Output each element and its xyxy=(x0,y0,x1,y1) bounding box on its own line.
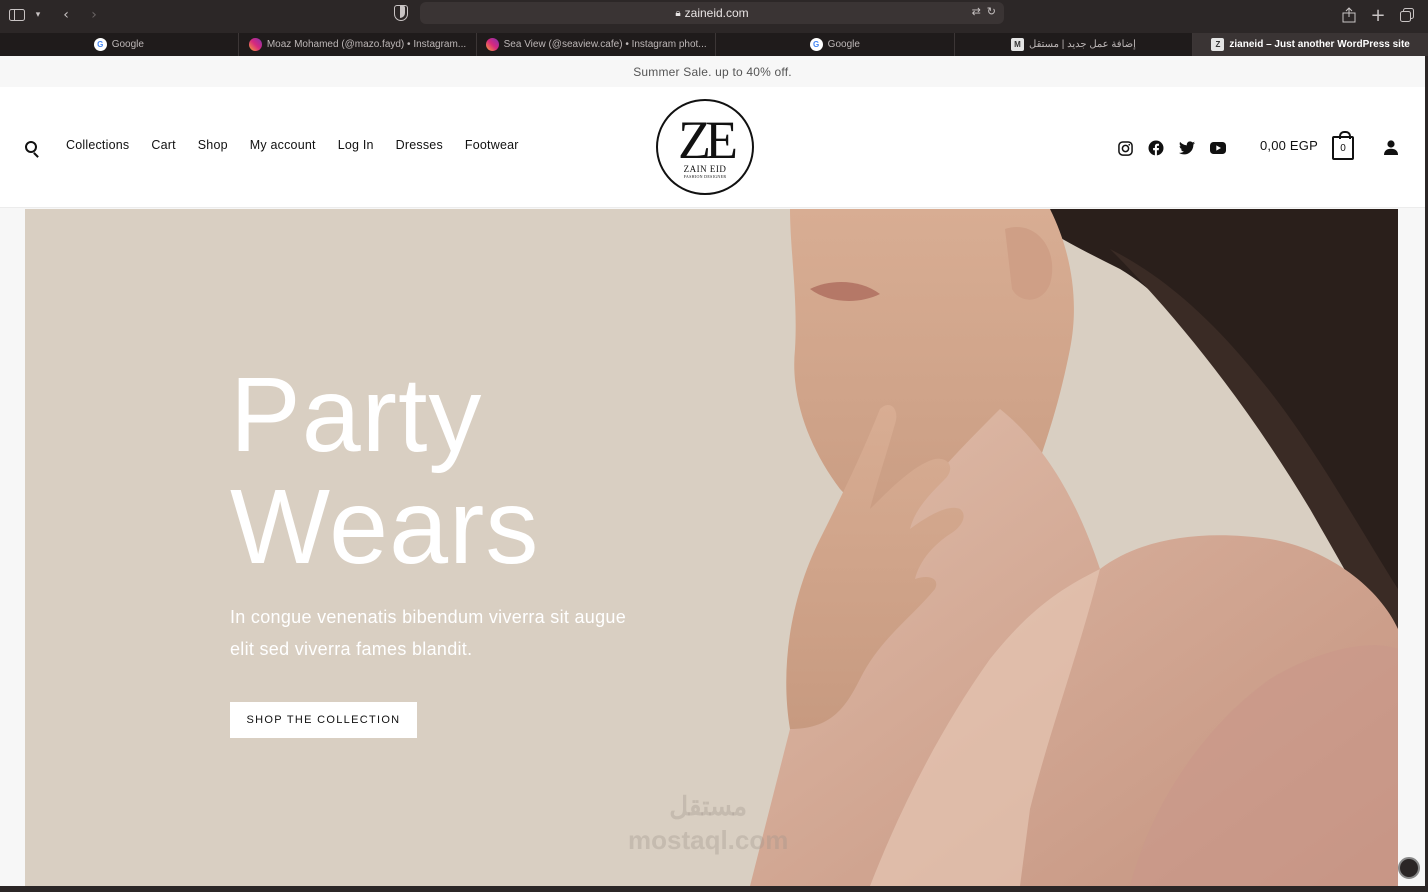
hero-subtitle: In congue venenatis bibendum viverra sit… xyxy=(230,607,627,659)
google-icon: G xyxy=(809,38,823,51)
back-icon[interactable]: ‹ xyxy=(55,4,77,26)
tab-google-1[interactable]: G Google xyxy=(0,33,239,56)
logo-tagline: FASHION DESIGNER xyxy=(683,174,727,179)
cart-total[interactable]: 0,00 EGP xyxy=(1260,138,1318,153)
tab-overview-icon[interactable] xyxy=(1396,4,1418,26)
forward-icon[interactable]: › xyxy=(83,4,105,26)
tab-zaineid[interactable]: Zzianeid – Just another WordPress site xyxy=(1193,33,1428,56)
nav-log-in[interactable]: Log In xyxy=(338,138,374,152)
site-logo[interactable]: ZE ZAIN EID FASHION DESIGNER xyxy=(656,99,754,195)
chevron-down-icon[interactable]: ▾ xyxy=(27,4,49,26)
shop-collection-button[interactable]: SHOP THE COLLECTION xyxy=(230,702,417,738)
site-header: Collections Cart Shop My account Log In … xyxy=(0,87,1425,208)
tab-instagram-moaz[interactable]: Moaz Mohamed (@mazo.fayd) • Instagram... xyxy=(239,33,478,56)
instagram-icon[interactable] xyxy=(1116,139,1134,157)
url-text: zaineid.com xyxy=(684,6,749,20)
watermark-latin: mostaql.com xyxy=(628,825,789,855)
instagram-icon xyxy=(248,38,262,51)
announcement-bar: Summer Sale. up to 40% off. xyxy=(0,56,1425,87)
tab-title: Sea View (@seaview.cafe) • Instagram pho… xyxy=(503,39,707,50)
logo-name: ZAIN EID xyxy=(683,164,727,174)
tab-title: Google xyxy=(111,39,144,50)
account-icon[interactable] xyxy=(1384,140,1398,155)
twitter-icon[interactable] xyxy=(1178,139,1196,157)
translate-icon[interactable]: ⇄ xyxy=(972,5,981,18)
mostaql-icon: M xyxy=(1011,38,1024,51)
hero-title-line-1: Party xyxy=(230,356,483,474)
privacy-shield-icon[interactable] xyxy=(394,5,408,21)
tab-bar: G Google Moaz Mohamed (@mazo.fayd) • Inst… xyxy=(0,33,1428,56)
tab-google-2[interactable]: G Google xyxy=(716,33,955,56)
nav-shop[interactable]: Shop xyxy=(198,138,228,152)
tab-title: Moaz Mohamed (@mazo.fayd) • Instagram... xyxy=(266,39,467,50)
nav-cart[interactable]: Cart xyxy=(151,138,175,152)
sidebar-toggle-icon[interactable] xyxy=(6,4,28,26)
web-page: Summer Sale. up to 40% off. Collections … xyxy=(0,56,1425,886)
tab-instagram-seaview[interactable]: Sea View (@seaview.cafe) • Instagram pho… xyxy=(477,33,716,56)
floating-action-icon[interactable] xyxy=(1398,857,1420,879)
search-icon[interactable] xyxy=(25,141,37,153)
address-bar[interactable]: 🔒︎ zaineid.com ⇄ ↻ xyxy=(420,2,1004,24)
new-tab-icon[interactable]: + xyxy=(1367,4,1389,26)
reload-icon[interactable]: ↻ xyxy=(987,5,996,18)
lock-icon: 🔒︎ xyxy=(675,7,681,19)
hero-title-line-2: Wears xyxy=(230,468,540,586)
browser-toolbar: ▾ ‹ › 🔒︎ zaineid.com ⇄ ↻ + xyxy=(0,0,1428,33)
wordpress-icon: Z xyxy=(1211,38,1225,51)
hero-title: Party Wears xyxy=(230,359,539,583)
tab-title: إضافة عمل جديد | مستقل xyxy=(1029,39,1136,50)
google-icon: G xyxy=(93,38,107,51)
main-nav: Collections Cart Shop My account Log In … xyxy=(66,138,519,152)
share-icon[interactable] xyxy=(1338,4,1360,26)
social-links xyxy=(1116,139,1227,157)
watermark: مستقل mostaql.com xyxy=(628,789,788,857)
facebook-icon[interactable] xyxy=(1147,139,1165,157)
youtube-icon[interactable] xyxy=(1209,139,1227,157)
tab-mostaql[interactable]: M إضافة عمل جديد | مستقل xyxy=(955,33,1194,56)
nav-footwear[interactable]: Footwear xyxy=(465,138,519,152)
tab-title: Google xyxy=(827,39,860,50)
cart-count: 0 xyxy=(1340,142,1346,154)
nav-dresses[interactable]: Dresses xyxy=(396,138,443,152)
nav-collections[interactable]: Collections xyxy=(66,138,129,152)
hero-banner: Party Wears In congue venenatis bibendum… xyxy=(25,209,1398,886)
cart-bag-icon[interactable]: 0 xyxy=(1332,131,1354,160)
tab-title: zianeid – Just another WordPress site xyxy=(1229,39,1410,50)
nav-my-account[interactable]: My account xyxy=(250,138,316,152)
instagram-icon xyxy=(485,38,499,51)
watermark-arabic: مستقل xyxy=(669,791,748,821)
hero-model-image xyxy=(750,209,1398,886)
logo-mark: ZE xyxy=(678,110,738,170)
